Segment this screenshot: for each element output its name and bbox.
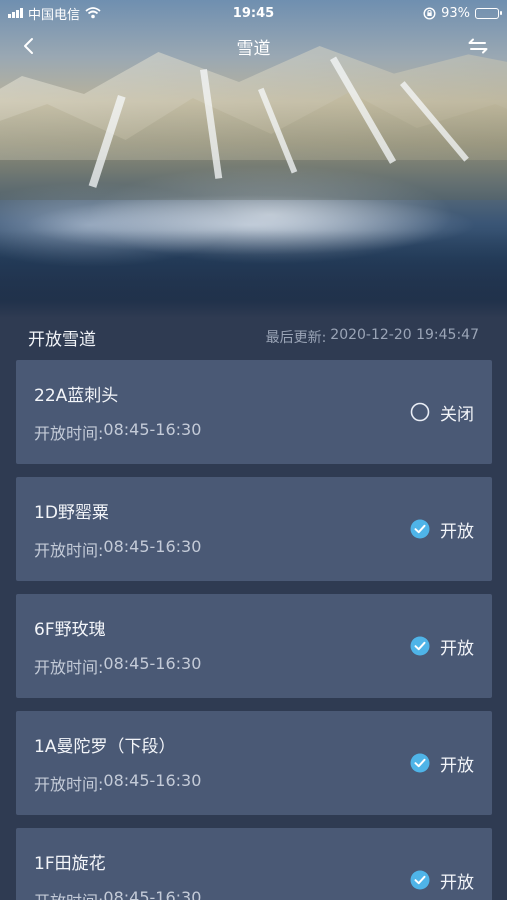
nav-bar: 雪道: [0, 28, 507, 64]
run-card[interactable]: 1A曼陀罗（下段） 开放时间: 08:45-16:30 开放: [16, 711, 492, 815]
hours-label: 开放时间:: [34, 774, 104, 794]
check-circle-icon: [410, 519, 430, 539]
run-card[interactable]: 22A蓝刺头 开放时间: 08:45-16:30 关闭: [16, 360, 492, 464]
last-updated: 最后更新: 2020-12-20 19:45:47: [266, 327, 479, 347]
status-label: 开放: [440, 521, 474, 542]
run-info: 6F野玫瑰 开放时间: 08:45-16:30: [34, 615, 201, 678]
run-card[interactable]: 1D野罂粟 开放时间: 08:45-16:30 开放: [16, 477, 492, 581]
run-info: 1D野罂粟 开放时间: 08:45-16:30: [34, 498, 201, 561]
run-name: 6F野玫瑰: [34, 619, 106, 640]
battery-percent: 93%: [441, 5, 470, 21]
wifi-icon: [85, 7, 101, 19]
run-info: 22A蓝刺头 开放时间: 08:45-16:30: [34, 381, 201, 444]
orientation-lock-icon: [423, 6, 436, 20]
switch-arrows-icon: [468, 38, 488, 54]
run-hours: 开放时间: 08:45-16:30: [34, 537, 201, 561]
hours-value: 08:45-16:30: [103, 653, 202, 673]
run-card[interactable]: 6F野玫瑰 开放时间: 08:45-16:30 开放: [16, 594, 492, 698]
run-status: 开放: [410, 634, 474, 659]
run-info: 1F田旋花 开放时间: 08:45-16:30: [34, 849, 201, 900]
run-name: 1D野罂粟: [34, 502, 109, 523]
hours-label: 开放时间:: [34, 657, 104, 677]
status-label: 关闭: [440, 404, 474, 425]
last-updated-label: 最后更新:: [265, 330, 327, 346]
check-circle-icon: [410, 753, 430, 773]
hero-fade: [0, 230, 507, 318]
hours-value: 08:45-16:30: [103, 536, 202, 556]
page-title: 雪道: [236, 38, 271, 59]
status-label: 开放: [440, 638, 474, 659]
section-title: 开放雪道: [28, 329, 96, 350]
hours-label: 开放时间:: [34, 423, 104, 443]
hours-label: 开放时间:: [34, 540, 104, 560]
run-status: 关闭: [410, 400, 474, 425]
run-list: 22A蓝刺头 开放时间: 08:45-16:30 关闭 1D野罂粟 开放时间: …: [16, 360, 492, 900]
switch-view-button[interactable]: [463, 31, 493, 61]
signal-icon: [8, 8, 23, 18]
last-updated-time: 2020-12-20 19:45:47: [330, 327, 479, 343]
hours-label: 开放时间:: [34, 888, 103, 900]
run-status: 开放: [410, 751, 474, 776]
run-hours: 开放时间: 08:45-16:30: [34, 888, 201, 900]
section-header: 开放雪道 最后更新: 2020-12-20 19:45:47: [0, 318, 507, 356]
run-hours: 开放时间: 08:45-16:30: [34, 420, 201, 444]
hours-value: 08:45-16:30: [103, 770, 202, 790]
chevron-left-icon: [24, 38, 33, 54]
run-status: 开放: [410, 517, 474, 542]
check-circle-icon: [410, 870, 430, 890]
back-button[interactable]: [14, 31, 44, 61]
run-name: 1F田旋花: [34, 853, 106, 874]
empty-circle-icon: [410, 402, 430, 422]
carrier-label: 中国电信: [28, 7, 81, 23]
hours-value: 08:45-16:30: [103, 419, 202, 439]
run-name: 1A曼陀罗（下段）: [34, 736, 176, 757]
status-bar: 中国电信 19:45 93%: [0, 0, 507, 26]
run-info: 1A曼陀罗（下段） 开放时间: 08:45-16:30: [34, 732, 201, 795]
status-label: 开放: [440, 755, 474, 776]
battery-icon: [475, 7, 502, 19]
run-hours: 开放时间: 08:45-16:30: [34, 654, 201, 678]
run-status: 开放: [410, 868, 474, 893]
run-hours: 开放时间: 08:45-16:30: [34, 771, 201, 795]
run-name: 22A蓝刺头: [34, 385, 119, 406]
check-circle-icon: [410, 636, 430, 656]
run-card[interactable]: 1F田旋花 开放时间: 08:45-16:30 开放: [16, 828, 492, 900]
status-label: 开放: [440, 872, 474, 893]
status-right: 93%: [423, 5, 502, 21]
hours-value: 08:45-16:30: [103, 887, 202, 900]
status-left: 中国电信: [8, 4, 101, 23]
